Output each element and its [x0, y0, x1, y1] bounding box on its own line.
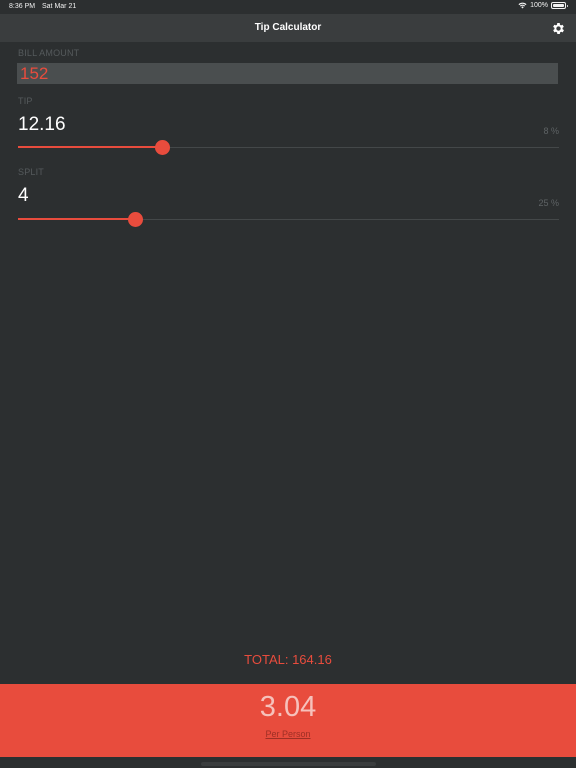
bill-amount-label: BILL AMOUNT — [18, 48, 80, 58]
tip-amount: 12.16 — [18, 114, 66, 135]
home-indicator — [201, 762, 376, 766]
per-person-label: Per Person — [265, 729, 311, 739]
per-person-value: 3.04 — [259, 691, 317, 723]
split-slider-fill — [18, 218, 136, 220]
wifi-icon — [518, 2, 527, 9]
tip-label: TIP — [18, 96, 33, 106]
split-count: 4 — [18, 185, 29, 206]
split-slider[interactable] — [18, 211, 559, 229]
bill-amount-input[interactable] — [17, 63, 558, 84]
tip-slider-fill — [18, 146, 163, 148]
navigation-bar: Tip Calculator — [0, 14, 576, 42]
split-label: SPLIT — [18, 167, 45, 177]
status-bar: 8:36 PM Sat Mar 21 100% — [0, 0, 576, 14]
battery-percent: 100% — [530, 2, 548, 9]
split-slider-thumb[interactable] — [128, 212, 144, 227]
status-time: 8:36 PM — [9, 3, 36, 10]
status-date: Sat Mar 21 — [42, 3, 77, 10]
battery-icon — [551, 2, 568, 9]
tip-slider-thumb[interactable] — [155, 140, 171, 155]
page-title: Tip Calculator — [254, 22, 322, 33]
tip-slider[interactable] — [18, 139, 559, 157]
total-amount: TOTAL: 164.16 — [244, 652, 332, 667]
tip-percent: 8 % — [543, 126, 559, 136]
gear-icon — [552, 22, 564, 34]
tip-calculator-screen: 8:36 PM Sat Mar 21 100% Tip Calculator B… — [0, 0, 576, 768]
split-percent: 25 % — [538, 198, 559, 208]
settings-button[interactable] — [549, 19, 567, 37]
status-indicators: 100% — [518, 2, 568, 9]
per-person-panel: 3.04 Per Person — [0, 684, 576, 757]
